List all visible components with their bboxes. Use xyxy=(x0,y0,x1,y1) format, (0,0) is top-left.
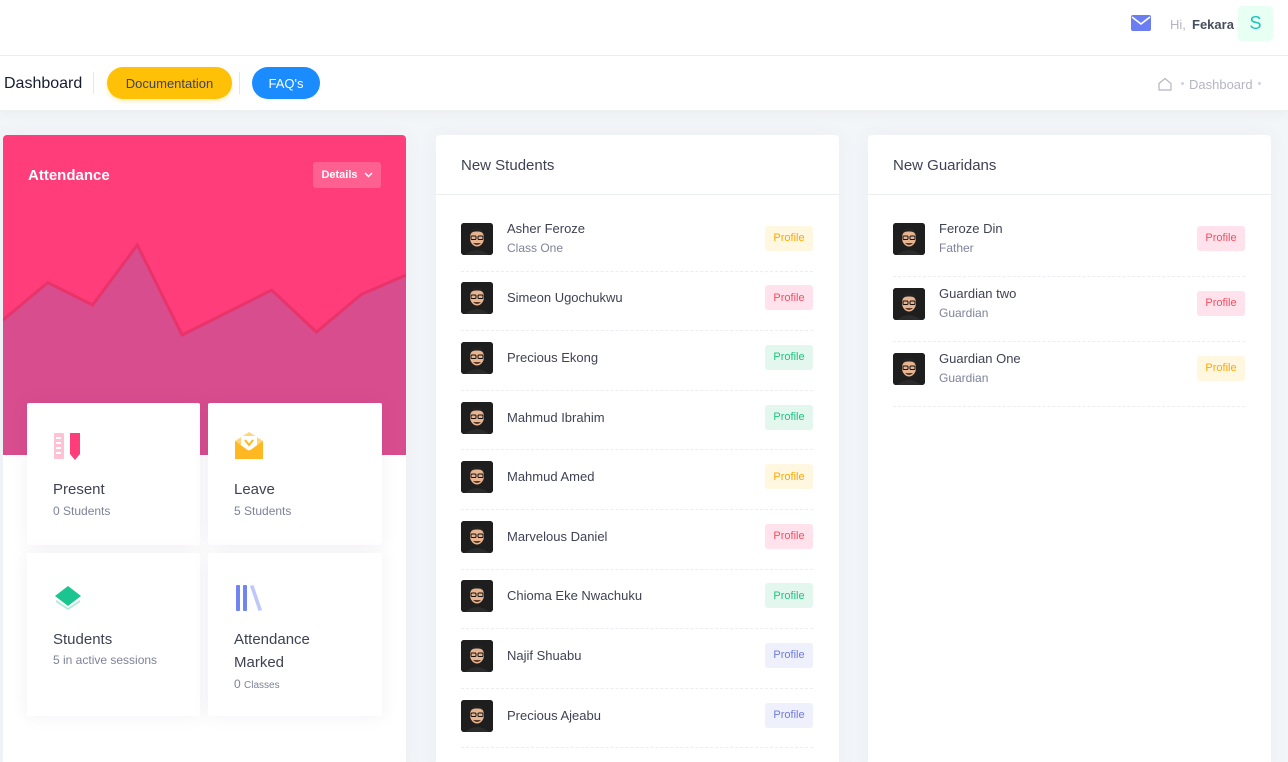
details-button[interactable]: Details xyxy=(313,162,381,188)
profile-badge[interactable]: Profile xyxy=(765,523,813,549)
list-item[interactable]: Guardian two Guardian Profile xyxy=(893,277,1245,342)
layers-icon xyxy=(55,586,81,610)
item-name[interactable]: Guardian One xyxy=(939,351,1021,366)
profile-badge[interactable]: Profile xyxy=(765,344,813,370)
item-name[interactable]: Mahmud Ibrahim xyxy=(507,410,605,425)
top-header: Hi, Fekara S xyxy=(0,0,1288,56)
stat-present[interactable]: Present 0 Students xyxy=(27,403,200,545)
user-avatar[interactable]: S xyxy=(1238,6,1273,41)
avatar xyxy=(461,282,493,315)
avatar xyxy=(893,222,925,255)
card-header: New Guaridans xyxy=(868,135,1271,195)
list-item[interactable]: Precious Ajeabu Profile xyxy=(461,689,813,749)
profile-badge[interactable]: Profile xyxy=(765,285,813,311)
books-icon xyxy=(236,585,262,611)
avatar xyxy=(461,341,493,374)
profile-badge[interactable]: Profile xyxy=(765,404,813,430)
stat-unit: Classes xyxy=(244,680,280,691)
list-item[interactable]: Simeon Ugochukwu Profile xyxy=(461,272,813,332)
avatar xyxy=(461,639,493,672)
item-name[interactable]: Mahmud Amed xyxy=(507,469,594,484)
item-name[interactable]: Chioma Eke Nwachuku xyxy=(507,588,642,603)
item-subtitle: Guardian xyxy=(939,370,989,385)
greeting-text: Hi, xyxy=(1170,17,1186,32)
card-title: New Guaridans xyxy=(893,157,997,174)
profile-badge[interactable]: Profile xyxy=(765,702,813,728)
stat-label: Present xyxy=(53,481,105,498)
avatar xyxy=(893,287,925,320)
attendance-title: Attendance xyxy=(28,167,110,184)
stat-sub: 0 Students xyxy=(53,504,111,518)
stat-sub: 5 in active sessions xyxy=(53,653,158,667)
item-subtitle: Guardian xyxy=(939,305,989,320)
stat-students[interactable]: Students 5 in active sessions xyxy=(27,553,200,716)
profile-badge[interactable]: Profile xyxy=(765,642,813,668)
item-subtitle: Class One xyxy=(507,240,564,255)
item-name[interactable]: Precious Ekong xyxy=(507,350,598,365)
stat-label: Attendance Marked xyxy=(234,631,310,671)
list-item[interactable]: Guardian One Guardian Profile xyxy=(893,342,1245,407)
subheader-divider xyxy=(93,72,94,94)
list-item[interactable]: Asher Feroze Class One Profile xyxy=(461,212,813,272)
list-item[interactable]: Chioma Eke Nwachuku Profile xyxy=(461,570,813,630)
list-item[interactable]: Precious Ekong Profile xyxy=(461,331,813,391)
profile-badge[interactable]: Profile xyxy=(1197,355,1245,381)
list-item[interactable]: Marvelous Daniel Profile xyxy=(461,510,813,570)
avatar xyxy=(461,520,493,553)
card-title: New Students xyxy=(461,157,555,174)
envelope-open-icon xyxy=(235,432,263,459)
avatar xyxy=(461,461,493,494)
attendance-card: Attendance Details Present 0 Students Le… xyxy=(3,135,406,762)
subheader: Dashboard Documentation FAQ's Dashboard xyxy=(0,56,1288,110)
item-name[interactable]: Feroze Din xyxy=(939,221,1003,236)
avatar xyxy=(461,580,493,613)
details-label: Details xyxy=(321,169,358,181)
list-item[interactable]: Mahmud Ibrahim Profile xyxy=(461,391,813,451)
profile-badge[interactable]: Profile xyxy=(765,464,813,490)
stat-sub: 0 Classes xyxy=(234,677,280,691)
subheader-divider xyxy=(239,72,240,94)
stat-attendance-marked[interactable]: Attendance Marked 0 Classes xyxy=(208,553,382,716)
page-title: Dashboard xyxy=(4,75,83,92)
stat-label: Students xyxy=(53,631,113,648)
chevron-down-icon xyxy=(364,172,373,178)
avatar xyxy=(461,699,493,732)
documentation-button[interactable]: Documentation xyxy=(107,67,232,99)
list-item[interactable]: Feroze Din Father Profile xyxy=(893,212,1245,277)
stat-leave[interactable]: Leave 5 Students xyxy=(208,403,382,545)
ruler-pen-icon xyxy=(54,433,80,460)
item-name[interactable]: Guardian two xyxy=(939,286,1016,301)
profile-badge[interactable]: Profile xyxy=(1197,225,1245,251)
breadcrumb-dashboard[interactable]: Dashboard xyxy=(1189,77,1253,92)
new-guardians-card: New Guaridans Feroze Din Father Profile Gua… xyxy=(868,135,1271,762)
stat-label: Leave xyxy=(234,481,275,498)
stat-sub: 5 Students xyxy=(234,504,292,518)
item-name[interactable]: Asher Feroze xyxy=(507,221,585,236)
breadcrumb-separator xyxy=(1181,82,1184,85)
avatar xyxy=(461,401,493,434)
home-icon[interactable] xyxy=(1158,77,1172,91)
mail-icon[interactable] xyxy=(1131,15,1151,31)
item-name[interactable]: Precious Ajeabu xyxy=(507,708,601,723)
item-name[interactable]: Marvelous Daniel xyxy=(507,529,607,544)
profile-badge[interactable]: Profile xyxy=(765,225,813,251)
avatar xyxy=(461,222,493,255)
item-subtitle: Father xyxy=(939,240,974,255)
item-name[interactable]: Najif Shuabu xyxy=(507,648,581,663)
profile-badge[interactable]: Profile xyxy=(1197,290,1245,316)
avatar xyxy=(893,352,925,385)
item-name[interactable]: Simeon Ugochukwu xyxy=(507,290,623,305)
stat-count: 0 xyxy=(234,677,241,691)
user-name[interactable]: Fekara xyxy=(1192,17,1234,32)
card-header: New Students xyxy=(436,135,839,195)
list-item[interactable]: Najif Shuabu Profile xyxy=(461,629,813,689)
list-item[interactable]: Mahmud Amed Profile xyxy=(461,450,813,510)
breadcrumb-separator xyxy=(1258,82,1261,85)
faq-button[interactable]: FAQ's xyxy=(252,67,320,99)
new-students-card: New Students Asher Feroze Class One Profil… xyxy=(436,135,839,762)
profile-badge[interactable]: Profile xyxy=(765,583,813,609)
